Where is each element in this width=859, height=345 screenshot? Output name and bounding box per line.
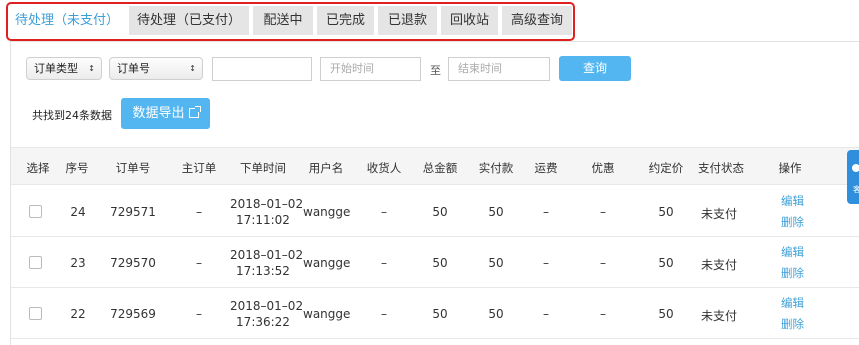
column-header-parent-order: 主订单: [181, 161, 217, 175]
row-agreed-price: 50: [658, 256, 674, 270]
column-header-paid: 实付款: [478, 161, 514, 175]
select-arrows-icon: ↕: [88, 64, 95, 73]
row-paid: 50: [488, 307, 504, 321]
tab-advanced-search[interactable]: 高级查询: [502, 6, 572, 35]
tab-unpaid-pending[interactable]: 待处理（未支付）: [9, 6, 125, 35]
column-header-discount: 优惠: [591, 161, 615, 175]
row-order-date: 2018–01–02: [230, 248, 304, 262]
row-order-clock: 17:36:22: [236, 315, 290, 329]
tab-paid-pending[interactable]: 待处理（已支付）: [129, 6, 249, 35]
row-order-time: 2018–01–02 17:13:52: [230, 247, 304, 279]
row-checkbox[interactable]: [29, 256, 42, 269]
result-count: 共找到24条数据: [32, 109, 112, 122]
row-shipping: –: [543, 307, 549, 321]
column-header-receiver: 收货人: [366, 161, 402, 175]
side-service-label: 客: [853, 185, 859, 194]
tab-delivering[interactable]: 配送中: [253, 6, 313, 35]
column-header-seq: 序号: [65, 161, 89, 175]
row-agreed-price: 50: [658, 205, 674, 219]
row-order-time: 2018–01–02 17:11:02: [230, 196, 304, 228]
end-time-input[interactable]: 结束时间: [448, 57, 550, 81]
export-button-label: 数据导出: [132, 106, 185, 121]
row-order-clock: 17:11:02: [236, 213, 290, 227]
row-shipping: –: [543, 256, 549, 270]
row-total: 50: [432, 256, 448, 270]
row-receiver: –: [381, 205, 387, 219]
row-order-date: 2018–01–02: [230, 197, 304, 211]
edit-link[interactable]: 编辑: [781, 244, 804, 260]
row-parent-order: –: [196, 307, 202, 321]
order-type-select-label: 订单类型: [34, 62, 78, 75]
date-range-separator: 至: [430, 64, 441, 77]
row-discount: –: [600, 205, 606, 219]
row-pay-status: 未支付: [700, 207, 737, 221]
row-order-time: 2018–01–02 17:36:22: [230, 298, 304, 330]
delete-link[interactable]: 删除: [781, 265, 804, 281]
column-header-order-time: 下单时间: [240, 161, 286, 175]
column-header-actions: 操作: [778, 161, 802, 175]
order-field-select[interactable]: 订单号 ↕: [109, 57, 203, 80]
row-username: wangge: [303, 307, 351, 321]
column-header-select: 选择: [26, 161, 50, 175]
row-paid: 50: [488, 205, 504, 219]
row-paid: 50: [488, 256, 504, 270]
row-seq: 22: [70, 307, 86, 321]
row-checkbox[interactable]: [29, 205, 42, 218]
delete-link[interactable]: 删除: [781, 214, 804, 230]
row-total: 50: [432, 307, 448, 321]
row-order-no: 729570: [110, 256, 156, 270]
column-header-pay-status: 支付状态: [698, 161, 744, 175]
search-button[interactable]: 查询: [559, 56, 631, 81]
keyword-input[interactable]: [212, 57, 312, 81]
row-checkbox[interactable]: [29, 307, 42, 320]
row-seq: 24: [70, 205, 86, 219]
row-pay-status: 未支付: [700, 309, 737, 323]
row-total: 50: [432, 205, 448, 219]
tab-recycle-bin[interactable]: 回收站: [441, 6, 498, 35]
row-agreed-price: 50: [658, 307, 674, 321]
side-service-tab[interactable]: 客: [847, 150, 859, 204]
column-header-total: 总金额: [422, 161, 458, 175]
select-arrows-icon: ↕: [189, 64, 196, 73]
row-order-no: 729569: [110, 307, 156, 321]
column-header-username: 用户名: [308, 161, 344, 175]
order-field-select-label: 订单号: [117, 62, 150, 75]
export-button[interactable]: 数据导出: [121, 98, 210, 129]
tab-refunded[interactable]: 已退款: [378, 6, 437, 35]
row-pay-status: 未支付: [700, 258, 737, 272]
start-time-input[interactable]: 开始时间: [320, 57, 421, 81]
edit-link[interactable]: 编辑: [781, 295, 804, 311]
tab-completed[interactable]: 已完成: [317, 6, 374, 35]
row-shipping: –: [543, 205, 549, 219]
row-order-clock: 17:13:52: [236, 264, 290, 278]
row-discount: –: [600, 307, 606, 321]
external-link-icon: [188, 106, 201, 118]
row-order-date: 2018–01–02: [230, 299, 304, 313]
chat-bubble-icon: [852, 164, 859, 172]
row-discount: –: [600, 256, 606, 270]
column-header-order-no: 订单号: [115, 161, 151, 175]
column-header-shipping: 运费: [534, 161, 558, 175]
row-receiver: –: [381, 256, 387, 270]
delete-link[interactable]: 删除: [781, 316, 804, 332]
row-receiver: –: [381, 307, 387, 321]
row-username: wangge: [303, 205, 351, 219]
row-username: wangge: [303, 256, 351, 270]
column-header-agreed-price: 约定价: [648, 161, 684, 175]
edit-link[interactable]: 编辑: [781, 193, 804, 209]
order-type-select[interactable]: 订单类型 ↕: [26, 57, 102, 80]
row-seq: 23: [70, 256, 86, 270]
row-order-no: 729571: [110, 205, 156, 219]
row-parent-order: –: [196, 256, 202, 270]
row-parent-order: –: [196, 205, 202, 219]
